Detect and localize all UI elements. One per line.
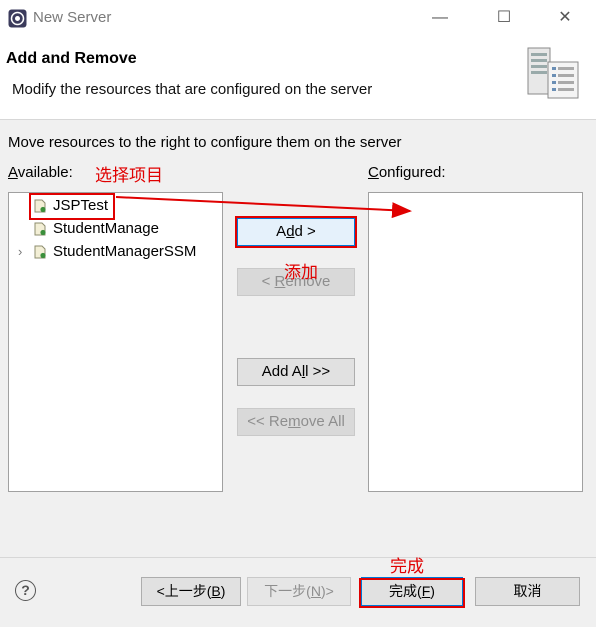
next-button[interactable]: 下一步(N)> bbox=[247, 577, 351, 606]
close-button[interactable]: ✕ bbox=[555, 8, 575, 28]
annotation-finish: 完成 bbox=[390, 557, 424, 577]
configured-label: Configured: bbox=[368, 164, 446, 181]
remove-all-button[interactable]: << Remove All bbox=[237, 408, 355, 436]
title-bar: New Server — ☐ ✕ bbox=[0, 0, 596, 36]
project-icon bbox=[34, 222, 46, 236]
help-icon[interactable]: ? bbox=[15, 580, 36, 601]
available-list[interactable]: JSPTest StudentManage › StudentManagerSS… bbox=[8, 192, 223, 492]
add-button[interactable]: Add > bbox=[237, 218, 355, 246]
footer-divider bbox=[0, 557, 596, 558]
instructions-text: Move resources to the right to configure… bbox=[8, 134, 402, 151]
page-description: Modify the resources that are configured… bbox=[12, 81, 373, 98]
cancel-button[interactable]: 取消 bbox=[475, 577, 580, 606]
annotation-add: 添加 bbox=[284, 263, 318, 283]
back-button[interactable]: <上一步(B) bbox=[141, 577, 241, 606]
window-title: New Server bbox=[33, 9, 112, 26]
annotation-select-project: 选择项目 bbox=[95, 166, 163, 186]
project-icon bbox=[34, 245, 46, 259]
server-banner-icon bbox=[527, 47, 579, 99]
finish-button[interactable]: 完成(F) bbox=[361, 577, 463, 606]
project-icon bbox=[34, 199, 46, 213]
wizard-header: Add and Remove Modify the resources that… bbox=[0, 36, 596, 120]
chevron-right-icon[interactable]: › bbox=[18, 241, 22, 263]
page-title: Add and Remove bbox=[6, 50, 137, 67]
new-server-dialog: New Server — ☐ ✕ Add and Remove Modify t… bbox=[0, 0, 596, 627]
add-all-button[interactable]: Add All >> bbox=[237, 358, 355, 386]
configured-list[interactable] bbox=[368, 192, 583, 492]
minimize-button[interactable]: — bbox=[430, 8, 450, 28]
maximize-button[interactable]: ☐ bbox=[494, 8, 514, 28]
available-label: Available: bbox=[8, 164, 73, 181]
eclipse-app-icon bbox=[8, 9, 27, 28]
